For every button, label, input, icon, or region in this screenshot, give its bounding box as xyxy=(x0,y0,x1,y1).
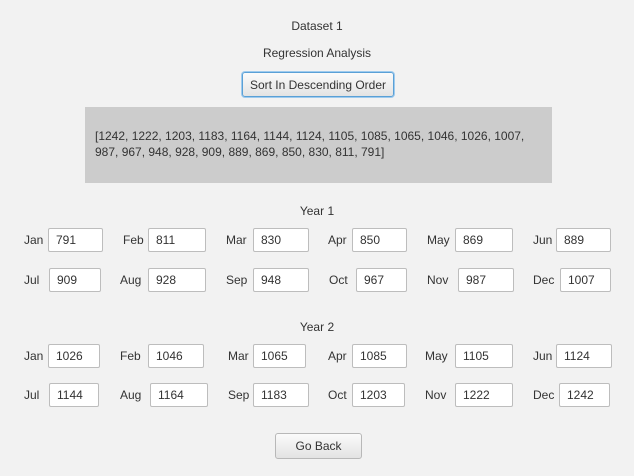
year-2-jun-label: Jun xyxy=(533,349,553,363)
dataset-title: Dataset 1 xyxy=(291,19,343,33)
year-1-may-label: May xyxy=(427,233,450,247)
year-1-jul-label: Jul xyxy=(24,273,40,287)
year-2-oct-label: Oct xyxy=(328,388,347,402)
year-2-jan-label: Jan xyxy=(24,349,44,363)
year-2-sep-label: Sep xyxy=(228,388,250,402)
year-2-jul-label: Jul xyxy=(24,388,40,402)
year-1-sep-label: Sep xyxy=(226,273,248,287)
year-1-jun-label: Jun xyxy=(533,233,553,247)
year-2-aug-label: Aug xyxy=(120,388,142,402)
year-1-nov-label: Nov xyxy=(427,273,449,287)
year-2-nov-field[interactable]: 1222 xyxy=(455,383,513,407)
year-1-apr-label: Apr xyxy=(328,233,347,247)
year-1-oct-field[interactable]: 967 xyxy=(356,268,407,292)
sorted-values-text: [1242, 1222, 1203, 1183, 1164, 1144, 112… xyxy=(95,129,525,159)
year-1-aug-field[interactable]: 928 xyxy=(148,268,206,292)
sorted-values-text-area[interactable]: [1242, 1222, 1203, 1183, 1164, 1144, 112… xyxy=(85,107,552,183)
year-1-heading: Year 1 xyxy=(299,204,335,218)
analysis-title: Regression Analysis xyxy=(262,46,372,60)
year-1-mar-label: Mar xyxy=(226,233,247,247)
year-1-sep-field[interactable]: 948 xyxy=(253,268,309,292)
year-2-aug-field[interactable]: 1164 xyxy=(150,383,208,407)
year-1-mar-field[interactable]: 830 xyxy=(253,228,309,252)
year-2-mar-field[interactable]: 1065 xyxy=(253,344,306,368)
year-2-feb-field[interactable]: 1046 xyxy=(148,344,204,368)
year-2-jul-field[interactable]: 1144 xyxy=(49,383,99,407)
year-1-dec-field[interactable]: 1007 xyxy=(560,268,611,292)
go-back-button[interactable]: Go Back xyxy=(275,433,362,459)
year-2-heading: Year 2 xyxy=(299,320,335,334)
year-2-feb-label: Feb xyxy=(120,349,141,363)
year-2-jan-field[interactable]: 1026 xyxy=(48,344,100,368)
year-2-may-field[interactable]: 1105 xyxy=(455,344,513,368)
year-1-feb-label: Feb xyxy=(123,233,144,247)
year-2-jun-field[interactable]: 1124 xyxy=(556,344,612,368)
year-2-mar-label: Mar xyxy=(228,349,249,363)
year-2-apr-label: Apr xyxy=(328,349,347,363)
year-1-aug-label: Aug xyxy=(120,273,142,287)
year-1-jul-field[interactable]: 909 xyxy=(49,268,101,292)
year-2-may-label: May xyxy=(425,349,448,363)
sort-descending-button[interactable]: Sort In Descending Order xyxy=(242,72,394,97)
year-1-nov-field[interactable]: 987 xyxy=(458,268,514,292)
year-1-may-field[interactable]: 869 xyxy=(455,228,513,252)
year-2-sep-field[interactable]: 1183 xyxy=(253,383,309,407)
year-1-dec-label: Dec xyxy=(533,273,555,287)
year-1-jan-label: Jan xyxy=(24,233,44,247)
year-1-apr-field[interactable]: 850 xyxy=(352,228,407,252)
year-2-nov-label: Nov xyxy=(425,388,447,402)
year-1-jun-field[interactable]: 889 xyxy=(556,228,611,252)
year-1-feb-field[interactable]: 811 xyxy=(148,228,206,252)
year-2-oct-field[interactable]: 1203 xyxy=(352,383,405,407)
year-2-apr-field[interactable]: 1085 xyxy=(352,344,407,368)
year-2-dec-field[interactable]: 1242 xyxy=(559,383,610,407)
year-1-jan-field[interactable]: 791 xyxy=(48,228,103,252)
year-2-dec-label: Dec xyxy=(533,388,555,402)
year-1-oct-label: Oct xyxy=(329,273,348,287)
